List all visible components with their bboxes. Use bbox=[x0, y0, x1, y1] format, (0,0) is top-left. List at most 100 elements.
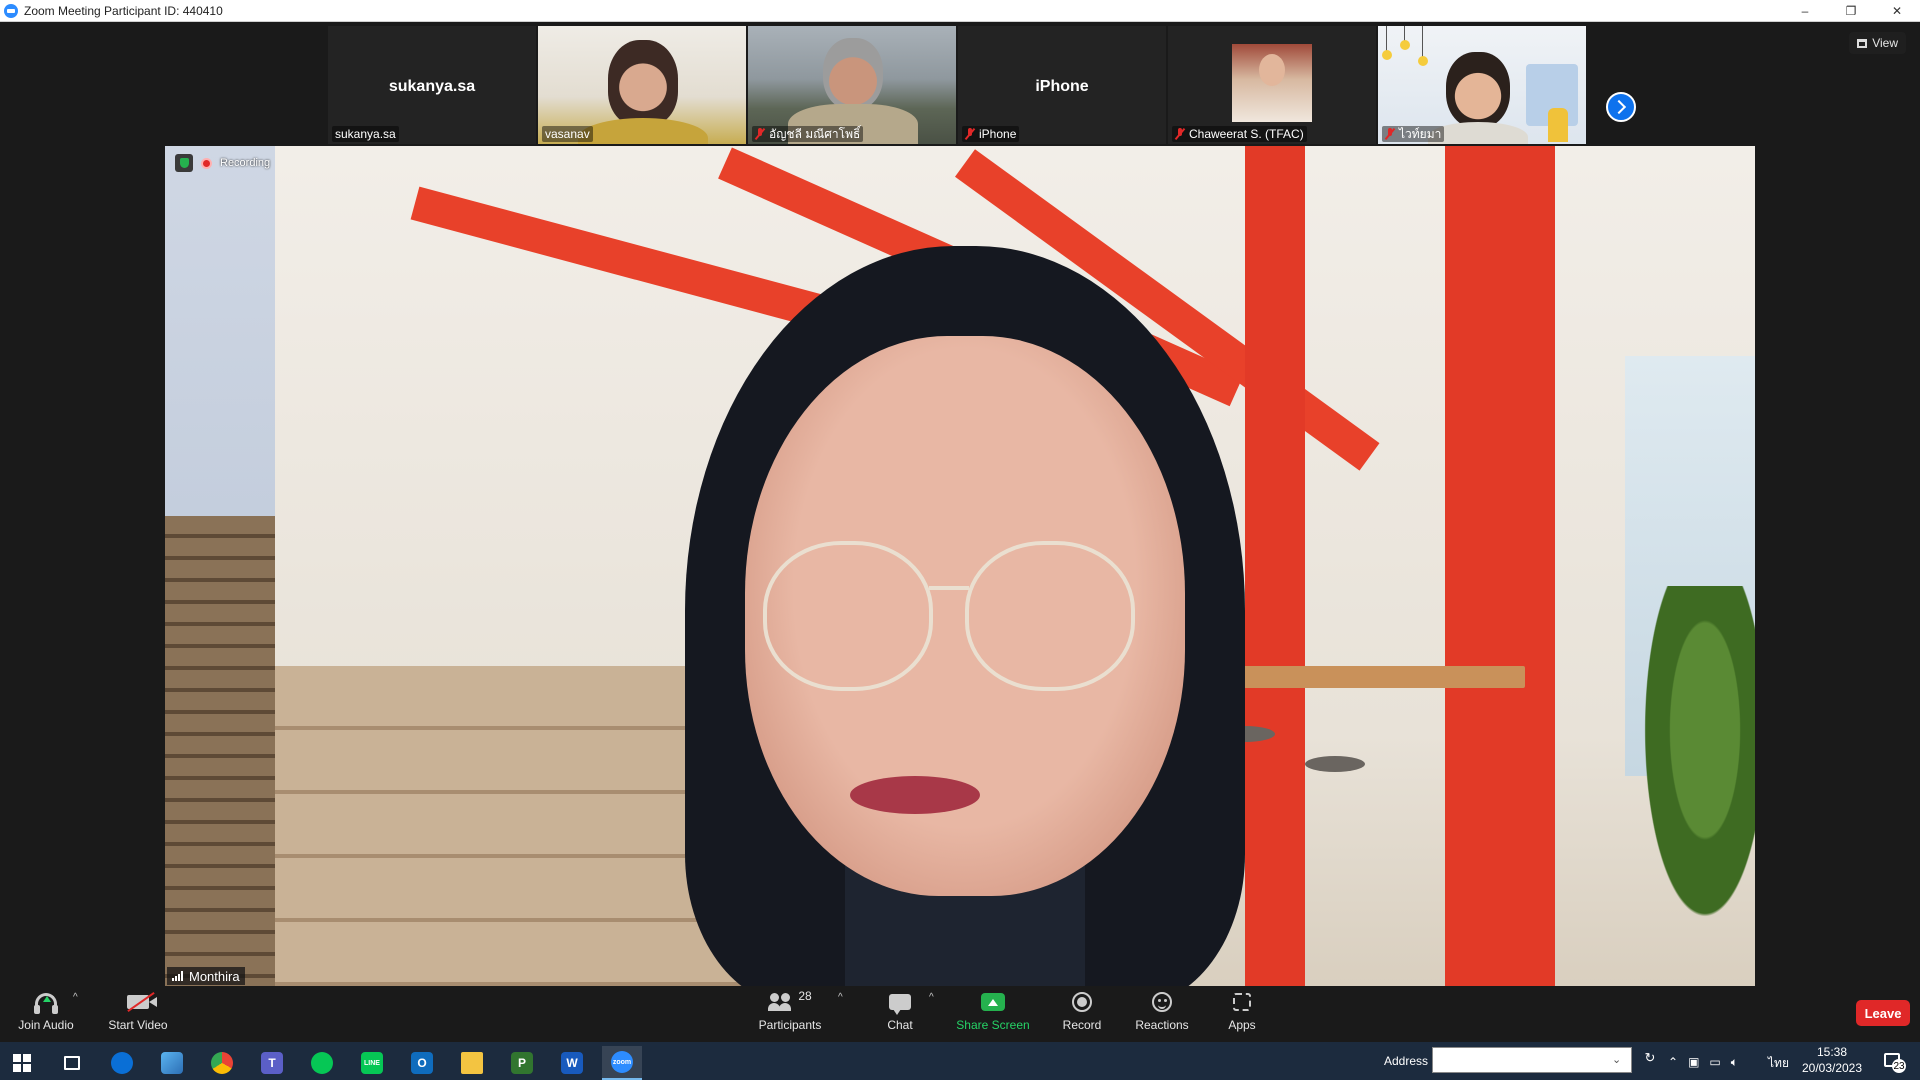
participant-name: อัญชลี มณีศาโพธิ์ bbox=[769, 126, 861, 141]
line-notify-icon bbox=[311, 1052, 333, 1074]
record-icon bbox=[1072, 992, 1092, 1012]
mic-muted-icon bbox=[1385, 128, 1395, 140]
participants-button[interactable]: 28 Participants bbox=[750, 989, 830, 1032]
apps-icon bbox=[1233, 993, 1251, 1011]
participant-tile[interactable]: Chaweerat S. (TFAC) bbox=[1168, 26, 1376, 144]
action-center-button[interactable]: 23 bbox=[1880, 1048, 1906, 1073]
task-view-button[interactable] bbox=[52, 1046, 92, 1080]
participant-tile[interactable]: vasanav bbox=[538, 26, 746, 144]
participant-center-name: iPhone bbox=[1035, 78, 1089, 95]
encryption-shield-icon[interactable] bbox=[175, 154, 193, 172]
taskbar-app-project[interactable]: P bbox=[502, 1046, 542, 1080]
participant-name: vasanav bbox=[545, 127, 590, 141]
share-screen-button[interactable]: Share Screen bbox=[953, 990, 1033, 1032]
participants-caret-icon[interactable]: ^ bbox=[838, 992, 843, 1003]
participant-video bbox=[823, 38, 883, 110]
recording-label: Recording bbox=[220, 157, 271, 169]
input-language-indicator[interactable]: ไทย bbox=[1768, 1054, 1789, 1073]
start-video-button[interactable]: Start Video bbox=[98, 990, 178, 1032]
minimize-button[interactable]: – bbox=[1782, 0, 1828, 22]
apps-button[interactable]: Apps bbox=[1202, 990, 1282, 1032]
notification-icon: 23 bbox=[1884, 1053, 1906, 1073]
meeting-toolbar: Join Audio ^ Start Video 28 Participants… bbox=[0, 986, 1920, 1042]
line-icon: LINE bbox=[361, 1052, 383, 1074]
recording-dot-icon bbox=[201, 157, 212, 169]
taskbar-app-word[interactable]: W bbox=[552, 1046, 592, 1080]
participants-label: Participants bbox=[758, 1018, 822, 1032]
start-button[interactable] bbox=[2, 1046, 42, 1080]
reactions-button[interactable]: Reactions bbox=[1122, 990, 1202, 1032]
address-refresh-icon[interactable]: ↻ bbox=[1640, 1050, 1660, 1072]
signal-strength-icon bbox=[172, 971, 184, 981]
close-button[interactable]: ✕ bbox=[1874, 0, 1920, 22]
share-screen-icon bbox=[981, 993, 1005, 1011]
join-audio-label: Join Audio bbox=[18, 1018, 74, 1032]
taskbar-app-outlook[interactable]: O bbox=[402, 1046, 442, 1080]
file-transfer-icon bbox=[161, 1052, 183, 1074]
taskbar-app-transfer[interactable] bbox=[152, 1046, 192, 1080]
grid-icon bbox=[1857, 38, 1868, 48]
zoom-app-icon bbox=[4, 3, 18, 18]
audio-options-caret-icon[interactable]: ^ bbox=[73, 992, 78, 1003]
word-icon: W bbox=[561, 1052, 583, 1074]
taskbar-app-line[interactable]: LINE bbox=[352, 1046, 392, 1080]
leave-button[interactable]: Leave bbox=[1856, 1000, 1910, 1026]
next-page-arrow-icon[interactable] bbox=[1606, 92, 1636, 122]
taskbar-app-teams[interactable]: T bbox=[252, 1046, 292, 1080]
taskbar-app-dell[interactable] bbox=[102, 1046, 142, 1080]
taskbar-app-zoom[interactable]: zoom bbox=[602, 1046, 642, 1080]
notification-count: 23 bbox=[1892, 1059, 1906, 1073]
volume-icon[interactable]: 🔈︎ bbox=[1731, 1055, 1738, 1070]
video-off-icon bbox=[127, 995, 157, 1009]
dell-icon bbox=[111, 1052, 133, 1074]
participant-name: ไวท์ยมา bbox=[1399, 126, 1442, 141]
folder-icon bbox=[461, 1052, 483, 1074]
taskbar-app-line-notify[interactable] bbox=[302, 1046, 342, 1080]
view-button[interactable]: View bbox=[1849, 32, 1906, 54]
mic-muted-icon bbox=[755, 128, 765, 140]
tray-app-icon[interactable]: ▣ bbox=[1688, 1055, 1699, 1069]
chat-label: Chat bbox=[887, 1018, 913, 1032]
participant-name: Chaweerat S. (TFAC) bbox=[1189, 127, 1304, 141]
participant-name-label: Chaweerat S. (TFAC) bbox=[1172, 126, 1307, 142]
participant-name-label: vasanav bbox=[542, 126, 593, 142]
project-icon: P bbox=[511, 1052, 533, 1074]
taskbar-clock[interactable]: 15:38 20/03/2023 bbox=[1796, 1044, 1868, 1076]
tray-expand-icon[interactable]: ⌃ bbox=[1668, 1055, 1678, 1069]
taskbar-app-chrome[interactable] bbox=[202, 1046, 242, 1080]
chat-button[interactable]: Chat bbox=[860, 990, 940, 1032]
start-video-label: Start Video bbox=[108, 1018, 168, 1032]
network-icon[interactable]: ▭ bbox=[1709, 1055, 1720, 1069]
window-title: Zoom Meeting Participant ID: 440410 bbox=[24, 3, 223, 18]
participant-name: iPhone bbox=[979, 127, 1017, 141]
chat-caret-icon[interactable]: ^ bbox=[929, 992, 934, 1003]
record-label: Record bbox=[1062, 1018, 1102, 1032]
windows-logo-icon bbox=[13, 1054, 31, 1072]
participant-thumbnails: sukanya.sa sukanya.sa vasanav อัญชลี มณี… bbox=[328, 26, 1586, 144]
apps-label: Apps bbox=[1228, 1018, 1256, 1032]
mic-muted-icon bbox=[965, 128, 975, 140]
participant-tile[interactable]: iPhone iPhone bbox=[958, 26, 1166, 144]
participant-name-label: อัญชลี มณีศาโพธิ์ bbox=[752, 126, 864, 142]
taskbar-app-explorer[interactable] bbox=[452, 1046, 492, 1080]
participant-name: sukanya.sa bbox=[335, 127, 396, 141]
participants-icon bbox=[768, 993, 792, 1011]
restore-button[interactable]: ❐ bbox=[1828, 0, 1874, 22]
participant-tile[interactable]: sukanya.sa sukanya.sa bbox=[328, 26, 536, 144]
zoom-icon: zoom bbox=[611, 1051, 633, 1073]
record-button[interactable]: Record bbox=[1042, 990, 1122, 1032]
system-tray: ⌃ ▣ ▭ 🔈︎ bbox=[1668, 1052, 1738, 1072]
address-input[interactable] bbox=[1432, 1047, 1632, 1073]
share-screen-label: Share Screen bbox=[956, 1018, 1030, 1032]
outlook-icon: O bbox=[411, 1052, 433, 1074]
reactions-label: Reactions bbox=[1135, 1018, 1189, 1032]
mic-muted-icon bbox=[1175, 128, 1185, 140]
title-bar: Zoom Meeting Participant ID: 440410 – ❐ … bbox=[0, 0, 1920, 22]
participant-tile[interactable]: อัญชลี มณีศาโพธิ์ bbox=[748, 26, 956, 144]
participant-count: 28 bbox=[798, 989, 812, 1003]
recording-indicator: Recording bbox=[175, 154, 270, 172]
teams-icon: T bbox=[261, 1052, 283, 1074]
view-button-label: View bbox=[1872, 36, 1898, 50]
participant-tile[interactable]: ไวท์ยมา bbox=[1378, 26, 1586, 144]
address-dropdown-icon[interactable]: ⌄ bbox=[1612, 1053, 1621, 1066]
